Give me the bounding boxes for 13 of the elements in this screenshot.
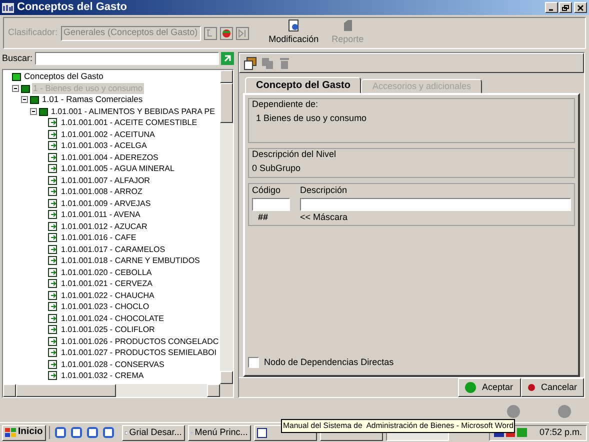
description-label: Descripción	[300, 184, 348, 197]
clock: 07:52 p.m.	[539, 426, 582, 439]
mask-hint: << Máscara	[300, 210, 349, 224]
group-value: 1 Bienes de uso y consumo	[256, 113, 368, 124]
group-value: 0 SubGrupo	[252, 163, 302, 174]
group-title: Dependiente de:	[252, 99, 320, 110]
window-title: Conceptos del Gasto	[17, 2, 128, 13]
mask-pattern: ##	[258, 210, 270, 224]
checkbox-label: Nodo de Dependencias Directas	[264, 356, 394, 369]
code-label: Código	[252, 184, 282, 197]
group-title: Descripción del Nivel	[252, 149, 338, 160]
classifier-label: Clasificador:	[8, 26, 58, 40]
search-label: Buscar:	[2, 52, 33, 66]
